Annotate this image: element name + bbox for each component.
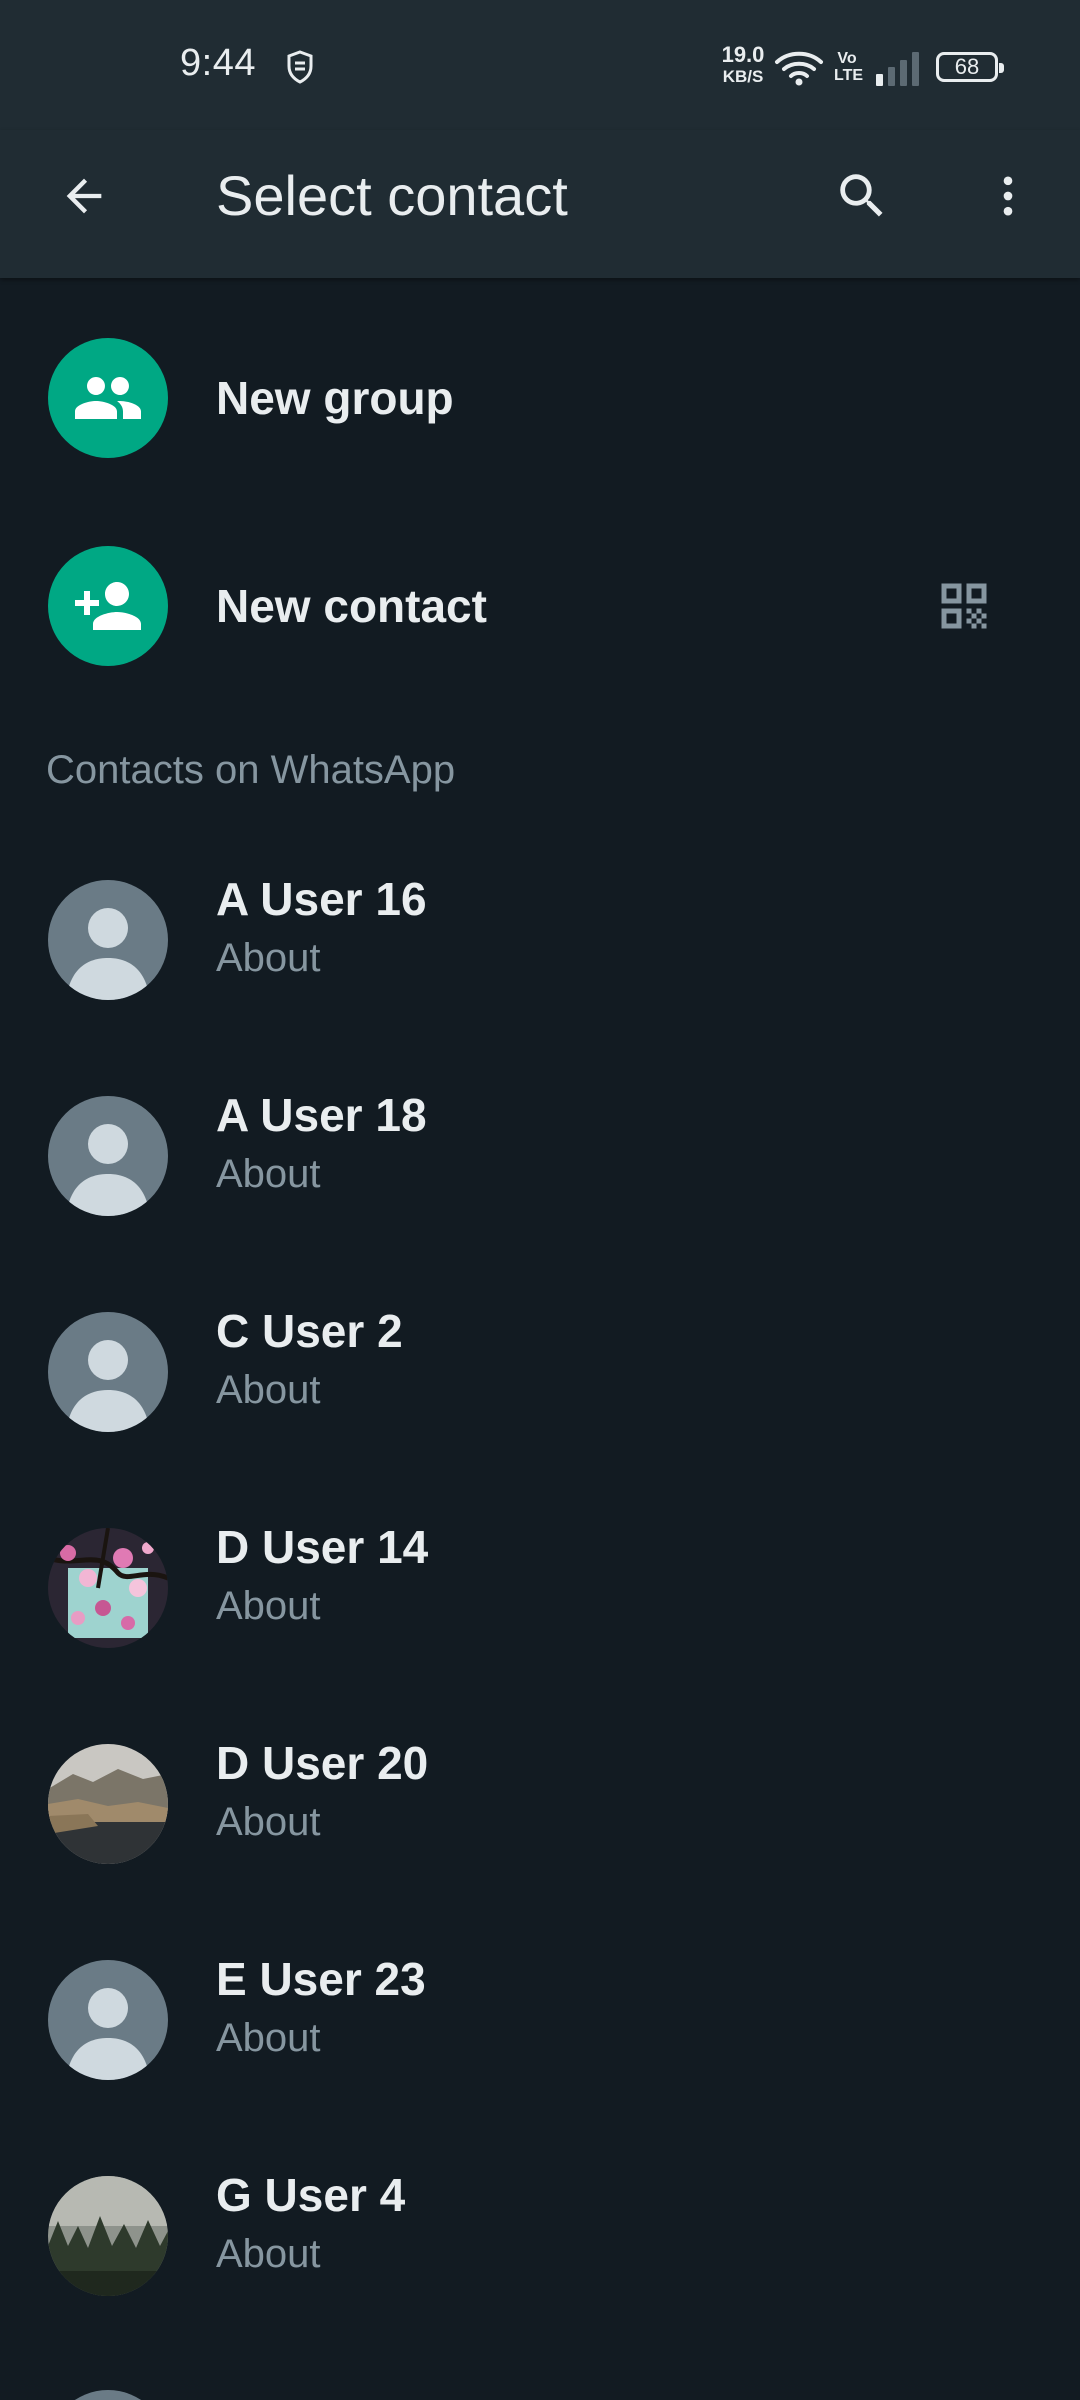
page-title: Select contact: [216, 164, 568, 227]
back-button[interactable]: [48, 160, 120, 232]
avatar: [48, 1528, 168, 1648]
network-speed-unit: KB/S: [722, 67, 764, 86]
contact-row[interactable]: A User 16 About: [0, 832, 1080, 1048]
contact-name: E User 23: [216, 1953, 426, 2005]
shield-icon: [287, 50, 313, 84]
contact-about: About: [216, 2016, 321, 2060]
flowers-photo-avatar: [48, 1528, 168, 1648]
new-contact-row[interactable]: New contact: [0, 506, 1080, 706]
avatar: [48, 1960, 168, 2080]
next-contact-avatar[interactable]: [48, 2390, 168, 2400]
contact-name: G User 4: [216, 2169, 406, 2221]
contact-about: About: [216, 1584, 321, 1628]
search-icon: [840, 174, 883, 217]
qr-code-icon: [941, 583, 987, 629]
contact-row[interactable]: C User 2 About: [0, 1264, 1080, 1480]
default-avatar-icon: [48, 880, 168, 1000]
search-button[interactable]: [826, 160, 898, 232]
contact-about: About: [216, 2232, 321, 2276]
person-add-icon: [75, 582, 141, 630]
contact-row[interactable]: G User 4 About: [0, 2128, 1080, 2344]
contact-name: A User 16: [216, 873, 427, 925]
network-speed: 19.0 KB/S: [718, 44, 768, 88]
more-options-button[interactable]: [972, 160, 1044, 232]
new-contact-label: New contact: [216, 580, 487, 632]
new-group-label: New group: [216, 372, 454, 424]
new-contact-badge: [48, 546, 168, 666]
default-avatar-icon: [48, 1960, 168, 2080]
contact-name: D User 20: [216, 1737, 429, 1789]
new-group-badge: [48, 338, 168, 458]
group-icon: [75, 377, 141, 419]
default-avatar-icon: [48, 1096, 168, 1216]
status-bar: 9:44 19.0 KB/S Vo LTE 68: [0, 0, 1080, 130]
battery-indicator: 68: [936, 52, 1004, 82]
contact-about: About: [216, 1368, 321, 1412]
contact-name: D User 14: [216, 1521, 429, 1573]
avatar: [48, 1312, 168, 1432]
qr-code-button[interactable]: [924, 566, 1004, 646]
contact-row[interactable]: D User 20 About: [0, 1696, 1080, 1912]
contact-about: About: [216, 936, 321, 980]
status-time: 9:44: [180, 42, 256, 84]
coast-photo-avatar: [48, 1744, 168, 1864]
forest-photo-avatar: [48, 2176, 168, 2296]
avatar: [48, 880, 168, 1000]
more-vert-icon: [1003, 176, 1013, 216]
network-speed-value: 19.0: [721, 42, 765, 67]
contact-about: About: [216, 1152, 321, 1196]
signal-icon: [876, 52, 919, 86]
contact-row[interactable]: A User 18 About: [0, 1048, 1080, 1264]
contact-row[interactable]: D User 14 About: [0, 1480, 1080, 1696]
avatar: [48, 1744, 168, 1864]
contact-row[interactable]: E User 23 About: [0, 1912, 1080, 2128]
contact-name: C User 2: [216, 1305, 403, 1357]
select-contact-screen: 9:44 19.0 KB/S Vo LTE 68 Select contact …: [0, 0, 1080, 2400]
section-header-contacts: Contacts on WhatsApp: [46, 748, 456, 792]
contact-name: A User 18: [216, 1089, 427, 1141]
wifi-icon: [775, 51, 823, 86]
avatar: [48, 1096, 168, 1216]
volte-indicator: Vo LTE: [834, 50, 864, 84]
new-group-row[interactable]: New group: [0, 298, 1080, 498]
contact-about: About: [216, 1800, 321, 1844]
back-arrow-icon: [66, 178, 102, 214]
default-avatar-icon: [48, 1312, 168, 1432]
app-bar: Select contact: [0, 130, 1080, 278]
avatar: [48, 2176, 168, 2296]
